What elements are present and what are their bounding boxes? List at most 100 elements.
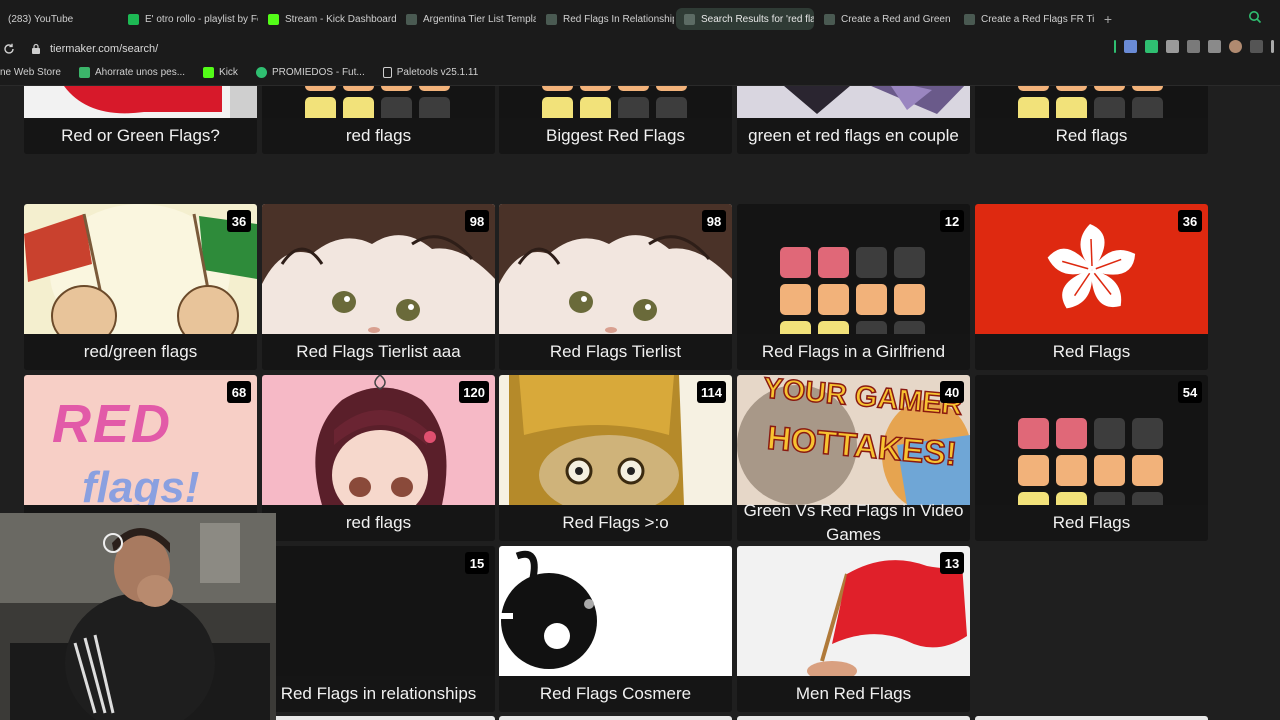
tierlist-card[interactable]: 114 Red Flags >:o [499,375,732,541]
bookmark-label: Kick [219,67,238,78]
thumbnail-art [24,204,257,334]
card-title[interactable]: Red flags [975,118,1208,154]
card-title[interactable]: Red or Green Flags? [24,118,257,154]
card-thumbnail[interactable]: 36 [975,204,1208,334]
tierlist-card[interactable] [262,716,495,720]
card-thumbnail[interactable]: 13 [737,546,970,676]
browser-tab[interactable]: (283) YouTube [0,8,118,30]
browser-tab[interactable]: Stream - Kick Dashboard [260,8,396,30]
browser-tab[interactable]: Argentina Tier List Templa [398,8,536,30]
card-title[interactable]: Red Flags [975,334,1208,370]
tier-tile [856,247,887,278]
tier-tile [856,321,887,334]
tierlist-card[interactable]: 36 Red Flags [975,204,1208,370]
tierlist-card[interactable]: YOUR GAMER HOTTAKES! 40 Green Vs Red Flags … [737,375,970,541]
card-thumbnail[interactable]: 15 [262,546,495,676]
card-title[interactable]: red flags [262,505,495,541]
card-thumbnail[interactable]: RED flags! 68 [24,375,257,505]
tierlist-card[interactable]: Red flags [975,86,1208,154]
tierlist-card[interactable]: 13 Men Red Flags [737,546,970,712]
extension-icon[interactable] [1166,40,1179,53]
kick-icon [203,67,215,78]
card-thumbnail[interactable] [262,86,495,118]
bookmark-item[interactable]: Kick [203,67,238,78]
new-tab-button[interactable]: + [1098,9,1118,29]
card-title[interactable]: Red Flags in relationships [262,676,495,712]
bookmark-item[interactable]: Paletools v25.1.11 [382,67,479,78]
tier-tile [1018,455,1049,486]
edit-icon[interactable] [1208,40,1221,53]
site-info-icon[interactable] [30,43,42,55]
browser-tab[interactable]: Create a Red and Green Fl [816,8,954,30]
card-thumbnail[interactable] [737,86,970,118]
card-thumbnail[interactable]: 120 [262,375,495,505]
item-count-badge: 13 [940,552,964,574]
bookmark-item[interactable]: PROMIEDOS - Fut... [255,67,365,78]
tierlist-card[interactable]: 120 red flags [262,375,495,541]
browser-tab[interactable]: Create a Red Flags FR Tier [956,8,1094,30]
tier-tile [305,86,336,91]
card-title[interactable]: Red Flags Tierlist [499,334,732,370]
browser-tab[interactable]: Search Results for 'red fla [676,8,814,30]
extension-icon[interactable] [1145,40,1158,53]
card-thumbnail[interactable]: 36 [24,204,257,334]
tier-tile [1132,86,1163,91]
search-tabs-icon[interactable] [1248,10,1262,24]
item-count-badge: 15 [465,552,489,574]
card-thumbnail[interactable]: 12 [737,204,970,334]
card-thumbnail[interactable]: YOUR GAMER HOTTAKES! 40 [737,375,970,505]
tier-tile [1094,455,1125,486]
tierlist-card[interactable] [499,716,732,720]
item-count-badge: 98 [465,210,489,232]
extension-icon[interactable] [1124,40,1137,53]
card-title[interactable]: Red Flags in a Girlfriend [737,334,970,370]
card-title[interactable]: Biggest Red Flags [499,118,732,154]
tierlist-card[interactable]: Biggest Red Flags [499,86,732,154]
card-title[interactable]: Red Flags >:o [499,505,732,541]
card-title[interactable]: red/green flags [24,334,257,370]
puzzle-icon[interactable] [1187,40,1200,53]
bookmark-item[interactable]: Ahorrate unos pes... [78,67,185,78]
card-thumbnail[interactable] [24,86,257,118]
download-icon[interactable] [1250,40,1263,53]
bookmark-label: Paletools v25.1.11 [396,67,479,78]
tier-tile [656,97,687,118]
card-thumbnail[interactable]: 98 [499,204,732,334]
tier-tile [1094,86,1125,91]
tierlist-card[interactable]: 36 red/green flags [24,204,257,370]
card-title[interactable]: red flags [262,118,495,154]
tierlist-card[interactable]: 98 Red Flags Tierlist aaa [262,204,495,370]
item-count-badge: 120 [459,381,489,403]
card-thumbnail[interactable]: 114 [499,375,732,505]
tierlist-card[interactable]: 12 Red Flags in a Girlfriend [737,204,970,370]
card-title[interactable]: Men Red Flags [737,676,970,712]
card-thumbnail[interactable]: 98 [262,204,495,334]
card-title[interactable]: Red Flags Cosmere [499,676,732,712]
browser-tab[interactable]: E' otro rollo - playlist by Fe [120,8,258,30]
card-title[interactable]: Red Flags [975,505,1208,541]
card-title[interactable]: Red Flags Tierlist aaa [262,334,495,370]
tierlist-card[interactable]: 15 Red Flags in relationships [262,546,495,712]
tierlist-card[interactable] [737,716,970,720]
tierlist-card[interactable]: Red or Green Flags? [24,86,257,154]
card-thumbnail[interactable] [499,546,732,676]
url-field[interactable]: tiermaker.com/search/ [50,43,158,55]
card-thumbnail[interactable] [975,86,1208,118]
card-thumbnail[interactable]: 54 [975,375,1208,505]
tab-favicon-icon [964,13,975,25]
tierlist-card[interactable]: 98 Red Flags Tierlist [499,204,732,370]
menu-icon[interactable] [1271,40,1274,53]
card-title[interactable]: Green Vs Red Flags in Video Games [737,501,970,541]
avatar[interactable] [1229,40,1242,53]
tierlist-card[interactable]: 54 Red Flags [975,375,1208,541]
card-thumbnail[interactable] [499,86,732,118]
tierlist-card[interactable] [975,716,1208,720]
tierlist-card[interactable]: Red Flags Cosmere [499,546,732,712]
reload-icon[interactable] [2,42,16,56]
tierlist-card[interactable]: green et red flags en couple [737,86,970,154]
browser-tab[interactable]: Red Flags In Relationship [538,8,674,30]
tier-tile [1018,418,1049,449]
tierlist-card[interactable]: red flags [262,86,495,154]
card-title[interactable]: green et red flags en couple [737,118,970,154]
bookmark-item[interactable]: ne Web Store [0,67,61,78]
